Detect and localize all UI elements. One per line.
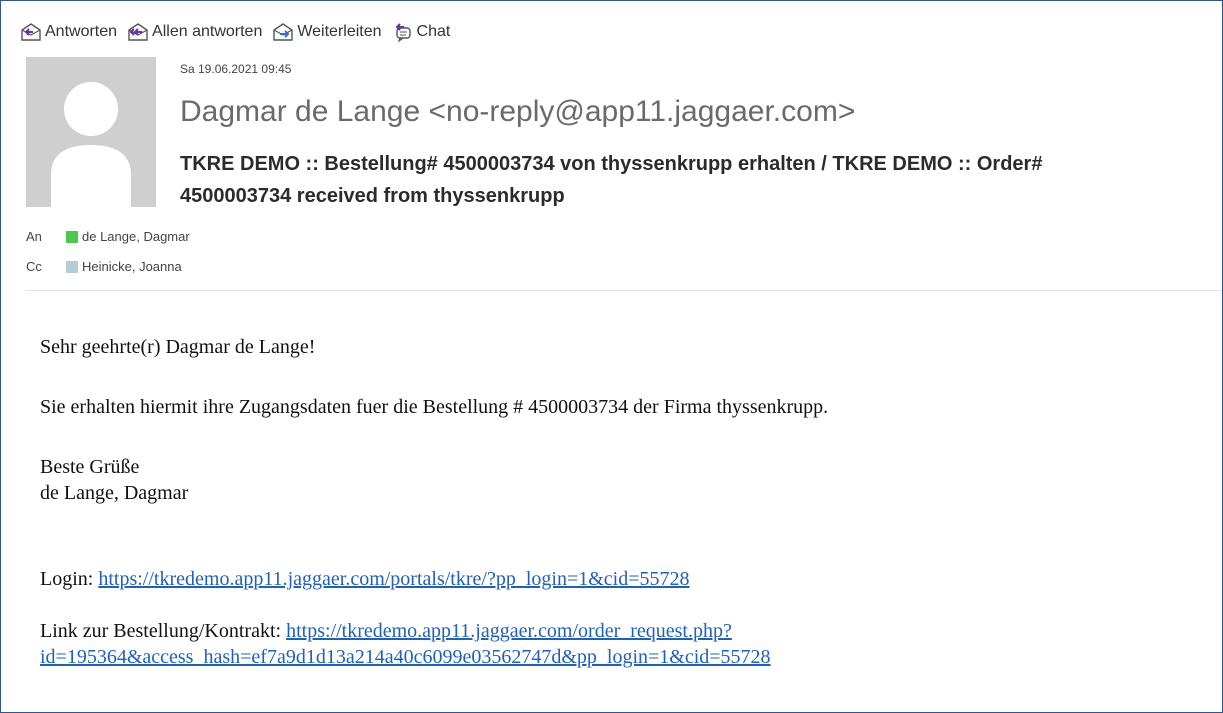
reply-all-label: Allen antworten	[152, 23, 263, 40]
sender-avatar	[26, 57, 156, 207]
reply-all-button[interactable]: Allen antworten	[127, 22, 262, 42]
cc-recipient-row: Cc Heinicke, Joanna	[26, 259, 182, 274]
login-label: Login:	[40, 568, 99, 590]
message-body: Sehr geehrte(r) Dagmar de Lange! Sie erh…	[40, 334, 828, 670]
reply-all-icon	[128, 23, 148, 41]
forward-label: Weiterleiten	[297, 23, 382, 40]
chat-button[interactable]: Chat	[392, 22, 451, 42]
to-recipient[interactable]: de Lange, Dagmar	[82, 229, 190, 244]
message-toolbar: Antworten Allen antworten Weiterleiten C…	[20, 20, 450, 44]
subject-line-1: TKRE DEMO :: Bestellung# 4500003734 von …	[180, 153, 1043, 175]
reply-label: Antworten	[45, 23, 118, 40]
header-divider	[26, 290, 1222, 291]
order-link-part-1: https://tkredemo.app11.jaggaer.com/order…	[286, 620, 732, 642]
person-placeholder-icon	[26, 57, 156, 207]
forward-icon	[273, 23, 294, 41]
cc-label: Cc	[26, 259, 42, 274]
sender-name[interactable]: Dagmar de Lange <no-reply@app11.jaggaer.…	[180, 95, 855, 129]
cc-recipient[interactable]: Heinicke, Joanna	[82, 259, 182, 274]
body-paragraph: Sie erhalten hiermit ihre Zugangsdaten f…	[40, 396, 829, 418]
to-recipient-row: An de Lange, Dagmar	[26, 229, 190, 244]
message-date: Sa 19.06.2021 09:45	[180, 62, 292, 76]
signature: de Lange, Dagmar	[40, 482, 189, 504]
reply-button[interactable]: Antworten	[20, 22, 117, 42]
presence-available-icon	[66, 230, 78, 243]
login-link[interactable]: https://tkredemo.app11.jaggaer.com/porta…	[98, 568, 689, 590]
greeting: Sehr geehrte(r) Dagmar de Lange!	[40, 336, 316, 358]
forward-button[interactable]: Weiterleiten	[272, 22, 382, 42]
closing: Beste Grüße	[40, 456, 140, 478]
login-line: Login: https://tkredemo.app11.jaggaer.co…	[40, 566, 828, 592]
subject-line-2: 4500003734 received from thyssenkrupp	[180, 185, 565, 207]
presence-unknown-icon	[66, 260, 78, 273]
reply-icon	[21, 23, 41, 41]
message-subject: TKRE DEMO :: Bestellung# 4500003734 von …	[180, 148, 1180, 212]
order-label: Link zur Bestellung/Kontrakt:	[40, 620, 287, 642]
chat-label: Chat	[416, 23, 451, 40]
order-link-part-2: id=195364&access_hash=ef7a9d1d13a214a40c…	[40, 646, 771, 668]
chat-icon	[395, 23, 411, 42]
to-label: An	[26, 229, 42, 244]
order-link-line: Link zur Bestellung/Kontrakt: https://tk…	[40, 618, 828, 670]
